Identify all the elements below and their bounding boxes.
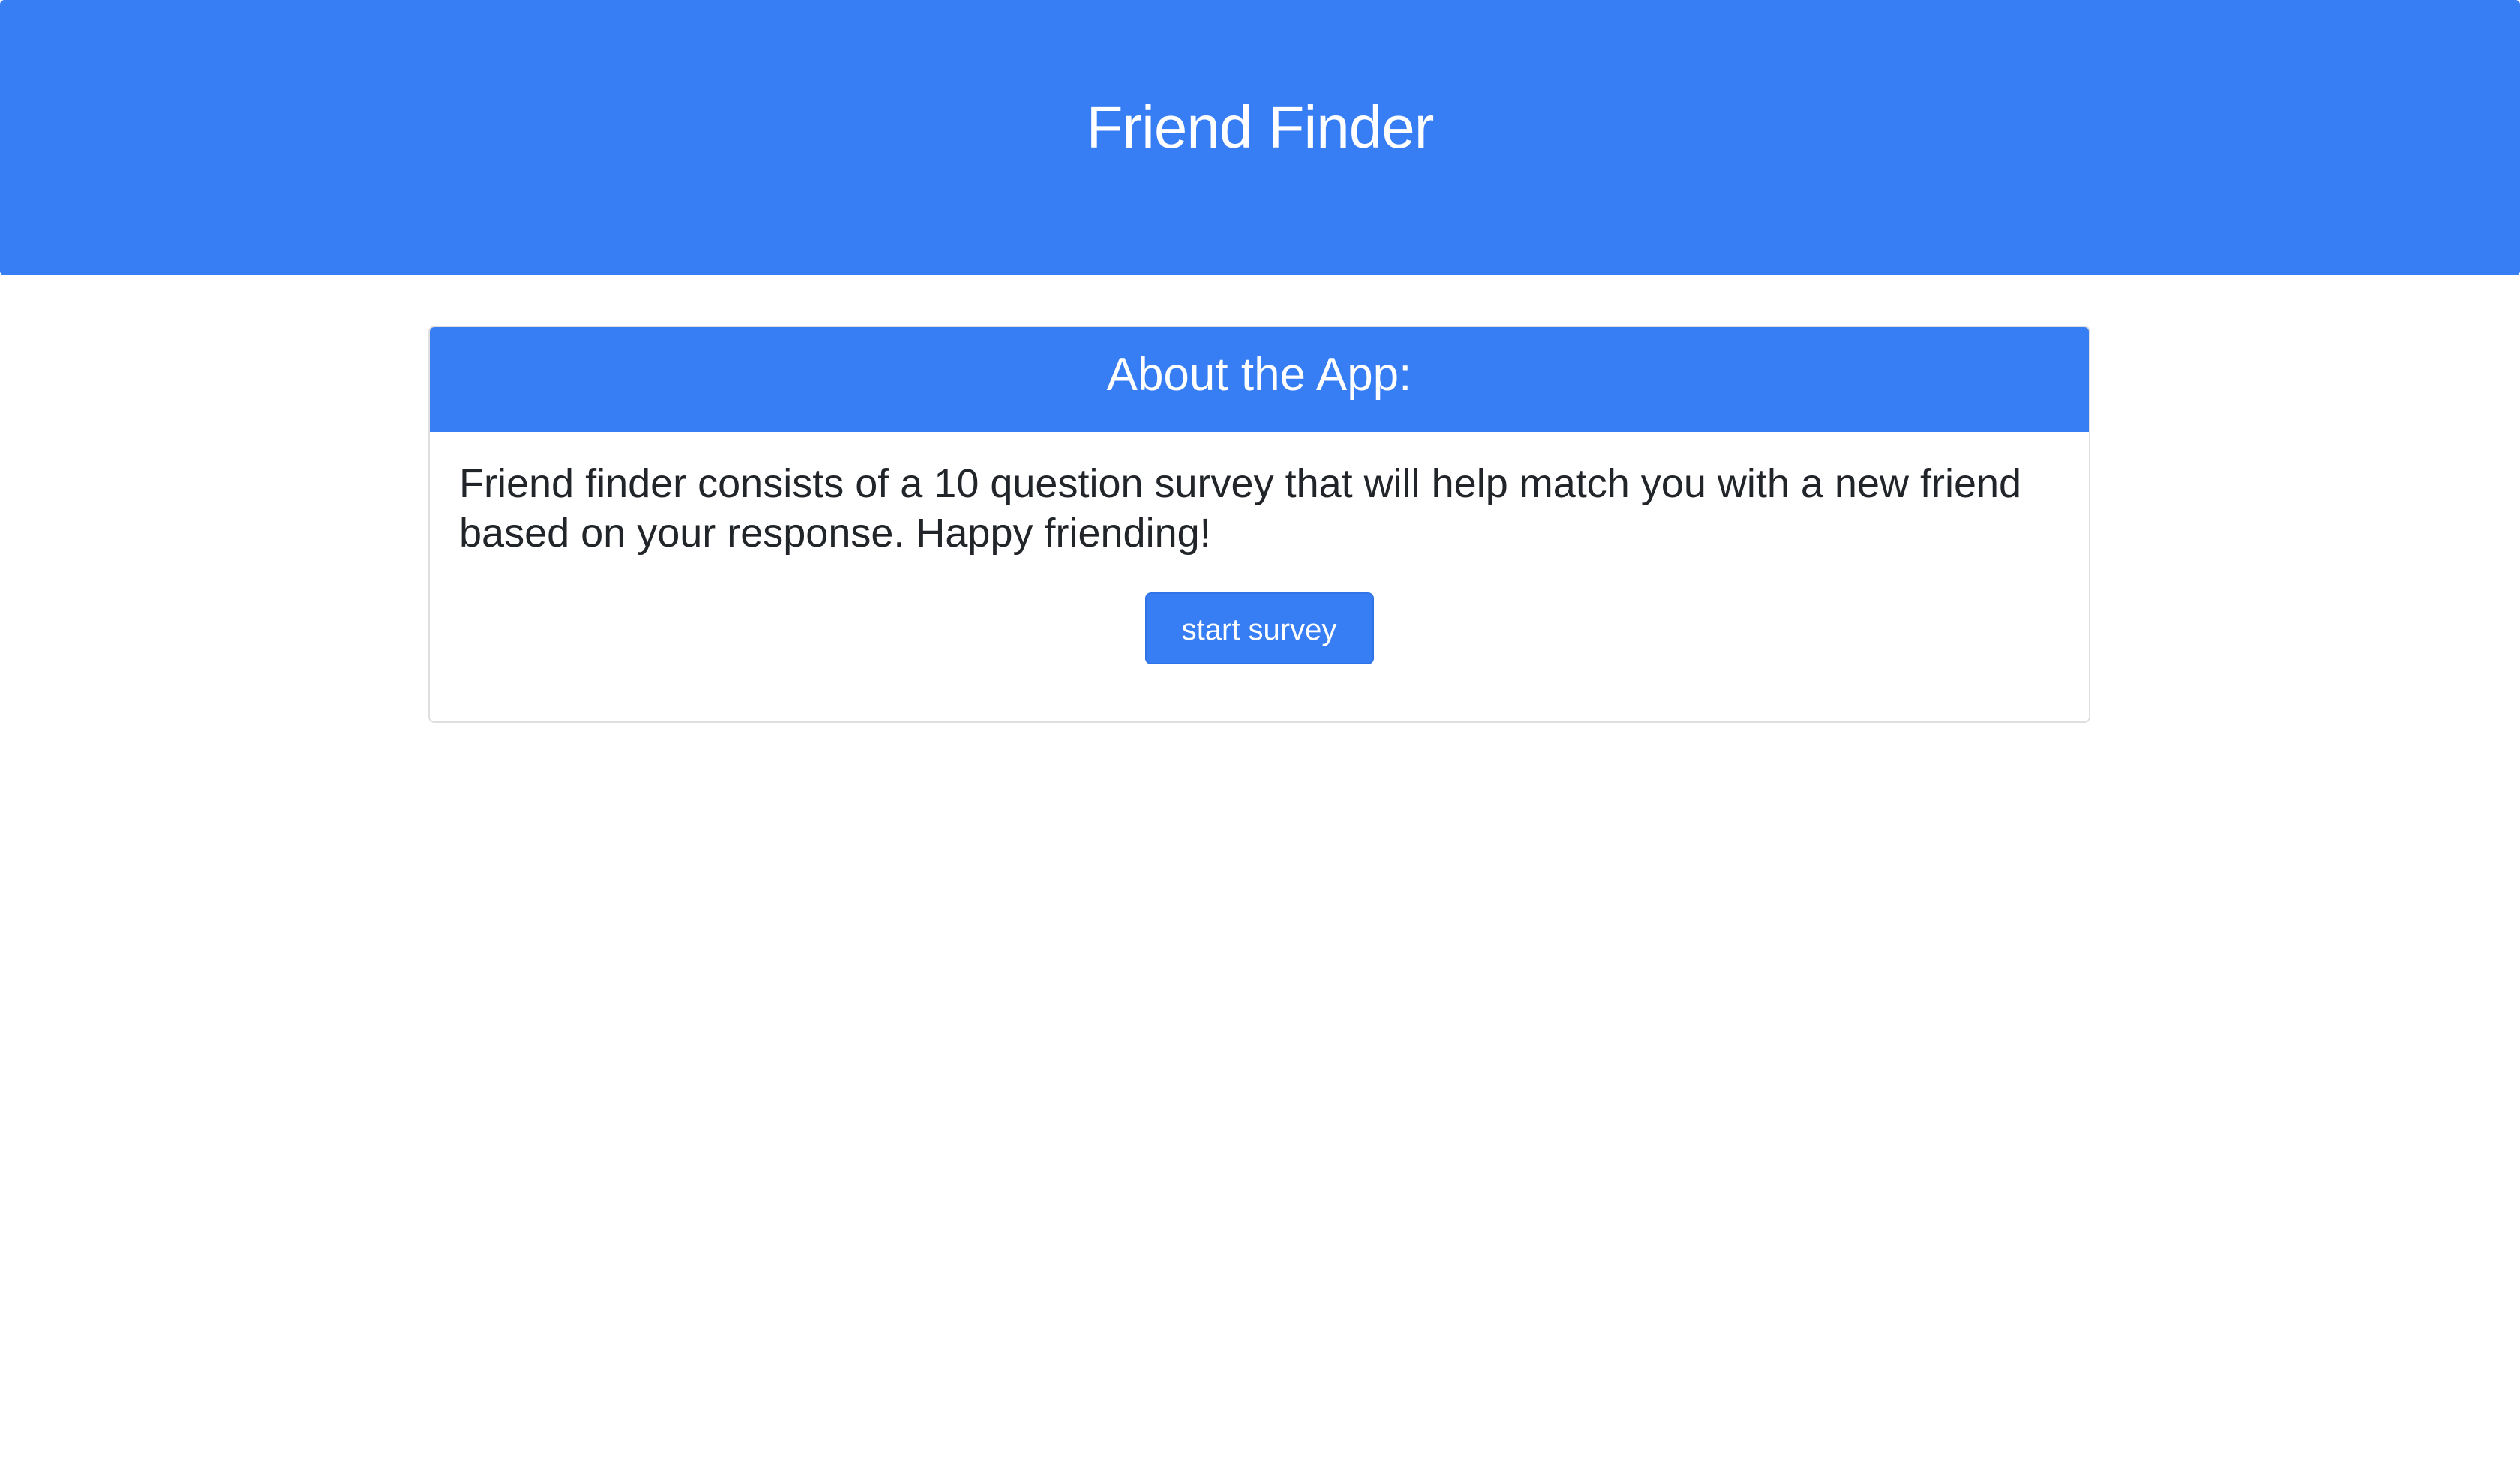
page-header: Friend Finder [0, 0, 2520, 275]
about-card-header: About the App: [430, 327, 2089, 432]
about-card-body: Friend finder consists of a 10 question … [430, 432, 2089, 664]
button-row: start survey [459, 592, 2060, 664]
page-title: Friend Finder [1086, 93, 1435, 160]
about-card: About the App: Friend finder consists of… [428, 326, 2090, 723]
about-card-title: About the App: [1106, 349, 1412, 400]
start-survey-button[interactable]: start survey [1144, 592, 1374, 664]
about-description: Friend finder consists of a 10 question … [459, 461, 2022, 556]
